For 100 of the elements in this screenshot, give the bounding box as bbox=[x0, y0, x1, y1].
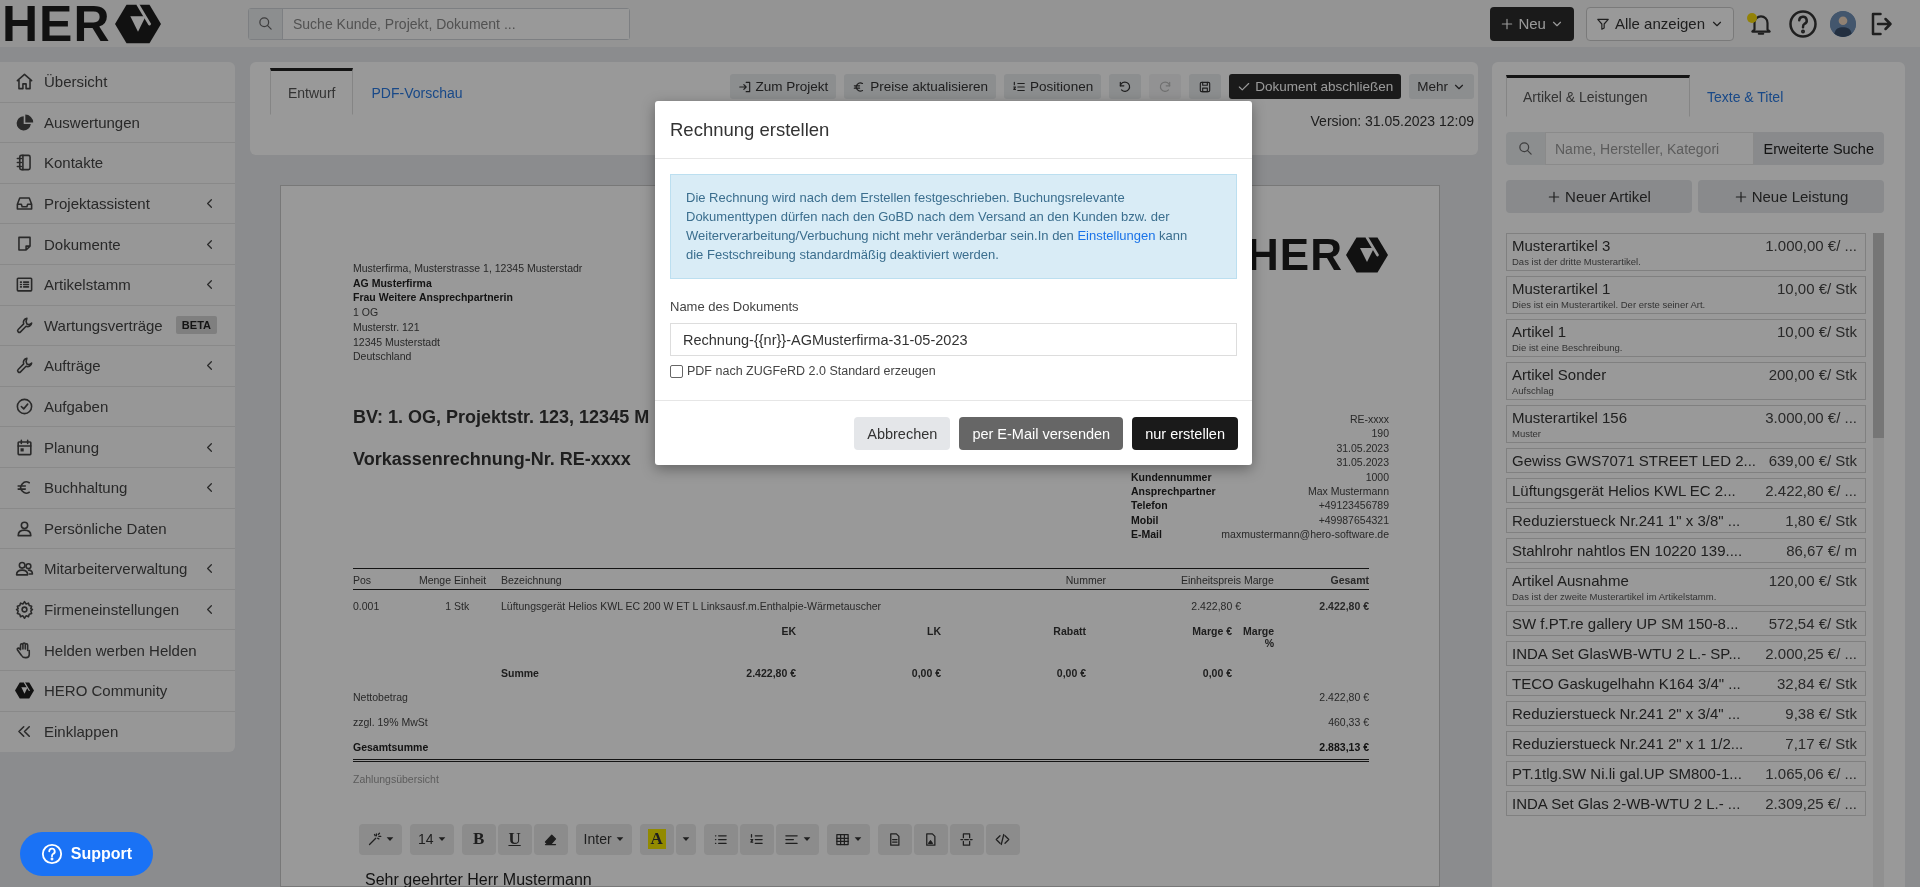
total-value: 2.883,13 € bbox=[1319, 740, 1369, 753]
address-line: Frau Weitere Ansprechpartnerin bbox=[353, 290, 514, 306]
table-dropdown[interactable] bbox=[826, 823, 870, 855]
action-button[interactable]: Mehr bbox=[1409, 74, 1474, 99]
sidebar-item[interactable]: Auswertungen bbox=[0, 102, 235, 144]
dialog-button[interactable]: per E-Mail versenden bbox=[959, 417, 1124, 450]
sidebar-item[interactable]: Aufgaben bbox=[0, 386, 235, 428]
sidebar-item[interactable]: Helden werben Helden bbox=[0, 630, 235, 671]
article-item[interactable]: Musterartikel 3 1.000,00 €/ ... Das ist der dritte Musterartikel. bbox=[1506, 233, 1867, 271]
action-button[interactable]: Dokument abschließen bbox=[1229, 74, 1402, 99]
article-name: SW f.PT.re gallery UP SM 150-8... bbox=[1512, 615, 1739, 632]
total-label: zzgl. 19% MwSt bbox=[353, 715, 428, 728]
article-item[interactable]: Artikel 1 10,00 €/ Stk Die ist eine Beschreibung. bbox=[1506, 319, 1867, 357]
sidebar-item[interactable]: Firmeneinstellungen bbox=[0, 589, 235, 631]
collapse-item[interactable]: Einklappen bbox=[0, 711, 235, 753]
action-button[interactable]: Zum Projekt bbox=[729, 74, 837, 99]
sidebar-item[interactable]: Kontakte bbox=[0, 143, 235, 184]
image-document-button[interactable] bbox=[913, 823, 948, 855]
article-item[interactable]: INDA Set GlasWB-WTU 2 L.- SP... 2.000,25 €/ ... bbox=[1506, 641, 1867, 666]
sidebar-label: Einklappen bbox=[44, 723, 120, 741]
dialog-button[interactable]: nur erstellen bbox=[1132, 417, 1238, 450]
column-header: Pos bbox=[353, 573, 373, 586]
new-button[interactable]: Neu bbox=[1490, 6, 1574, 41]
code-view-button[interactable] bbox=[985, 823, 1020, 855]
new-article-button[interactable]: Neuer Artikel bbox=[1506, 180, 1692, 213]
undo-button[interactable] bbox=[1109, 74, 1142, 99]
hexagon-logo-icon bbox=[1345, 234, 1389, 276]
help-icon[interactable] bbox=[1788, 8, 1818, 39]
sidebar-item[interactable]: Projektassistent bbox=[0, 183, 235, 225]
scrollbar[interactable] bbox=[1873, 233, 1884, 887]
column-header: Marge € bbox=[1191, 624, 1232, 639]
article-item[interactable]: Gewiss GWS7071 STREET LED 2... 639,00 €/ Stk bbox=[1506, 448, 1867, 473]
article-item[interactable]: Artikel Ausnahme 120,00 €/ Stk Das ist der zweite Musterartikel im Artikelstamm. bbox=[1506, 568, 1867, 606]
font-dropdown[interactable]: Inter bbox=[575, 823, 632, 855]
tab[interactable]: Entwurf bbox=[270, 68, 354, 115]
numbered-list-icon bbox=[749, 831, 765, 847]
article-item[interactable]: Artikel Sonder 200,00 €/ Stk Aufschlag bbox=[1506, 362, 1867, 400]
article-item[interactable]: Musterartikel 1 10,00 €/ Stk Dies ist ein Musterartikel. Der erste seiner Art. bbox=[1506, 276, 1867, 314]
style-dropdown[interactable] bbox=[359, 823, 402, 855]
payment-overview-label: Zahlungsübersicht bbox=[353, 772, 440, 785]
save-icon bbox=[1198, 79, 1213, 94]
sidebar-item[interactable]: Persönliche Daten bbox=[0, 508, 235, 550]
total-value: 2.422,80 € bbox=[1319, 690, 1369, 703]
article-item[interactable]: SW f.PT.re gallery UP SM 150-8... 572,54 €/ Stk bbox=[1506, 611, 1867, 636]
underline-button[interactable]: U bbox=[497, 823, 532, 855]
sidebar-item[interactable]: Aufträge bbox=[0, 346, 235, 387]
sidebar-item[interactable]: Mitarbeiterverwaltung bbox=[0, 549, 235, 590]
advanced-search-button[interactable]: Erweiterte Suche bbox=[1753, 132, 1884, 165]
table-cell-text: 2.422,80 € bbox=[745, 666, 796, 679]
article-item[interactable]: Reduzierstueck Nr.241 2" x 1 1/2... 7,17 €/ Stk bbox=[1506, 731, 1867, 756]
column-header: Gesamt bbox=[1329, 573, 1369, 586]
sidebar-item[interactable]: HERO Community bbox=[0, 670, 235, 712]
sidebar-item[interactable]: Artikelstamm bbox=[0, 264, 235, 306]
article-item[interactable]: PT.1tlg.SW Ni.li gal.UP SM800-1... 1.065,06 €/ ... bbox=[1506, 761, 1867, 786]
highlight-button[interactable]: A bbox=[639, 823, 674, 855]
align-dropdown[interactable] bbox=[775, 823, 819, 855]
action-button[interactable]: Preise aktualisieren bbox=[844, 74, 997, 99]
support-button[interactable]: Support bbox=[20, 832, 153, 876]
article-item[interactable]: TECO Gaskugelhahn K164 3/4" ... 32,84 €/ Stk bbox=[1506, 671, 1867, 696]
sidebar-item[interactable]: Wartungsverträge BETA bbox=[0, 305, 235, 347]
document-button[interactable] bbox=[877, 823, 912, 855]
article-item[interactable]: INDA Set Glas 2-WB-WTU 2 L.- ... 2.309,25 €/ ... bbox=[1506, 791, 1867, 816]
settings-link[interactable]: Einstellungen bbox=[1077, 228, 1156, 243]
sidebar-item[interactable]: Buchhaltung bbox=[0, 467, 235, 509]
document-name-field[interactable]: Rechnung-{{nr}}-AGMusterfirma-31-05-2023 bbox=[670, 323, 1237, 356]
numbered-list-button[interactable] bbox=[739, 823, 774, 855]
document-icon bbox=[887, 831, 903, 847]
page-break-button[interactable] bbox=[949, 823, 984, 855]
tab[interactable]: PDF-Vorschau bbox=[353, 68, 481, 115]
tab[interactable]: Artikel & Leistungen bbox=[1506, 75, 1690, 117]
article-item[interactable]: Reduzierstueck Nr.241 1" x 3/8" ... 1,80 €/ Stk bbox=[1506, 508, 1867, 533]
sidebar-item[interactable]: Übersicht bbox=[0, 62, 235, 103]
article-name: Musterartikel 3 bbox=[1512, 237, 1611, 254]
address-line: Musterstr. 121 bbox=[353, 319, 421, 335]
action-button[interactable]: Positionen bbox=[1004, 74, 1102, 99]
clear-format-button[interactable] bbox=[533, 823, 568, 855]
search-field[interactable]: Name, Hersteller, Kategori bbox=[1545, 132, 1754, 165]
bold-button[interactable]: B bbox=[461, 823, 496, 855]
save-button[interactable] bbox=[1189, 74, 1222, 99]
article-name: Stahlrohr nahtlos EN 10220 139.... bbox=[1512, 542, 1743, 559]
dialog-button[interactable]: Abbrechen bbox=[854, 417, 951, 450]
article-item[interactable]: Reduzierstueck Nr.241 2" x 3/4" ... 9,38 €/ Stk bbox=[1506, 701, 1867, 726]
article-item[interactable]: Lüftungsgerät Helios KWL EC 2... 2.422,80 €/ ... bbox=[1506, 478, 1867, 503]
avatar-icon[interactable] bbox=[1830, 10, 1856, 37]
bullet-list-button[interactable] bbox=[703, 823, 738, 855]
article-item[interactable]: Musterartikel 156 3.000,00 €/ ... Muster bbox=[1506, 405, 1867, 443]
new-service-button[interactable]: Neue Leistung bbox=[1698, 180, 1884, 213]
checkbox[interactable] bbox=[670, 364, 683, 378]
logo-text[interactable]: HER bbox=[2, 0, 111, 49]
info-value: +49987654321 bbox=[1317, 512, 1389, 528]
article-item[interactable]: Stahlrohr nahtlos EN 10220 139.... 86,67 €/ m bbox=[1506, 538, 1867, 563]
filter-button[interactable]: Alle anzeigen bbox=[1585, 6, 1734, 41]
sidebar-item[interactable]: Planung bbox=[0, 427, 235, 468]
sidebar-item[interactable]: Dokumente bbox=[0, 224, 235, 265]
tab[interactable]: Texte & Titel bbox=[1690, 75, 1801, 117]
table-cell-text: 0,00 € bbox=[1055, 666, 1086, 679]
font-size-dropdown[interactable]: 14 bbox=[410, 823, 454, 855]
sidebar-label: Firmeneinstellungen bbox=[44, 601, 181, 618]
search-field[interactable]: Suche Kunde, Projekt, Dokument ... bbox=[248, 7, 630, 40]
info-label: Mobil bbox=[1131, 512, 1160, 528]
